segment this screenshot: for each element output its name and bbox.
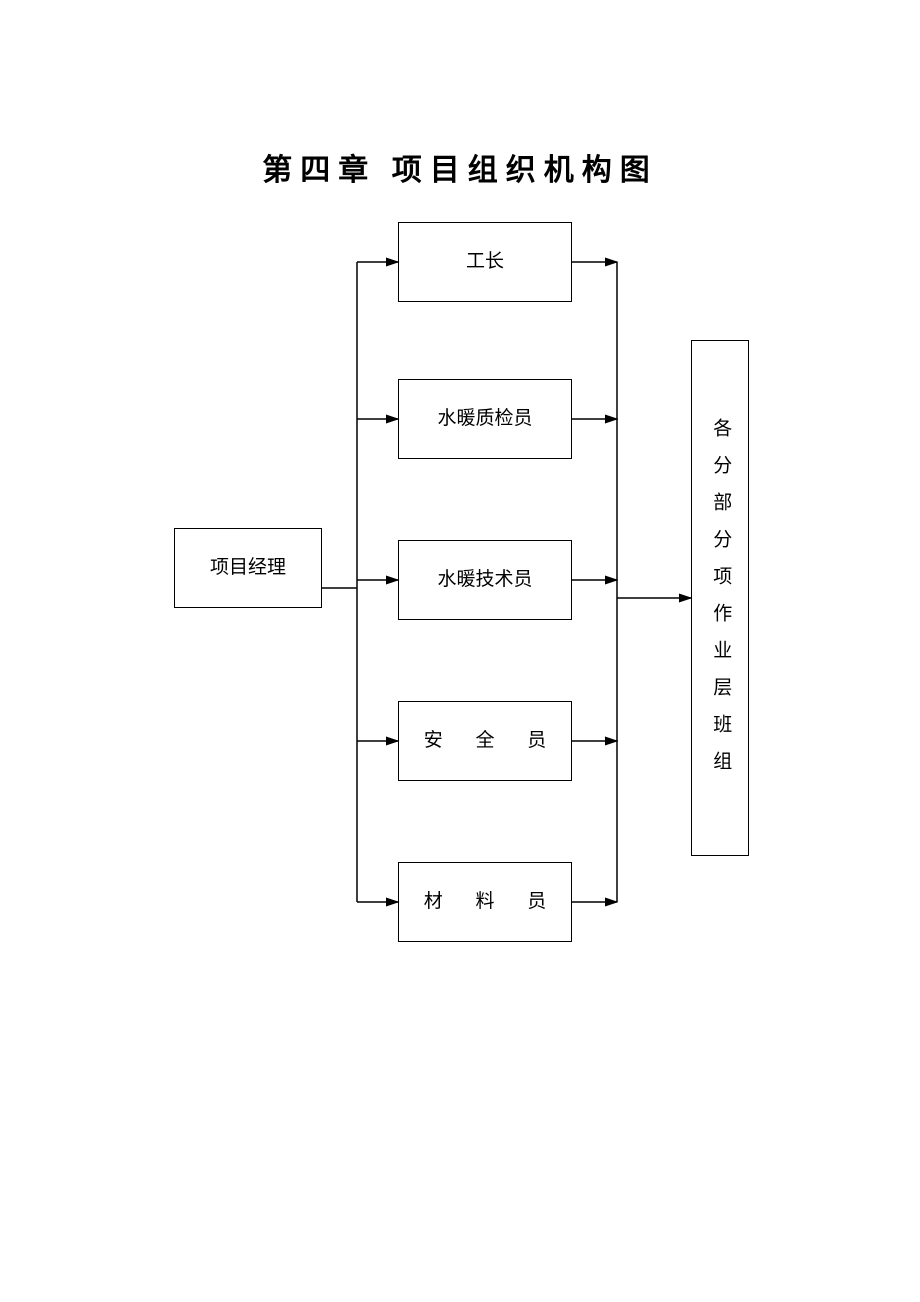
box-plumbing-technician-label: 水暖技术员	[437, 567, 532, 594]
box-plumbing-technician: 水暖技术员	[398, 540, 572, 620]
box-foreman: 工长	[398, 222, 572, 302]
box-project-manager-label: 项目经理	[210, 555, 286, 582]
diagram-title: 第四章 项目组织机构图	[0, 145, 920, 189]
box-work-teams: 各分部分项作业层班组	[691, 340, 749, 856]
box-safety-officer-label: 安 全 员	[410, 728, 561, 755]
box-plumbing-inspector-label: 水暖质检员	[437, 406, 532, 433]
box-material-officer: 材 料 员	[398, 862, 572, 942]
box-work-teams-label: 各分部分项作业层班组	[707, 408, 734, 788]
connector-lines	[0, 0, 920, 1302]
box-project-manager: 项目经理	[174, 528, 322, 608]
box-foreman-label: 工长	[466, 249, 504, 276]
box-plumbing-inspector: 水暖质检员	[398, 379, 572, 459]
box-safety-officer: 安 全 员	[398, 701, 572, 781]
box-material-officer-label: 材 料 员	[410, 889, 561, 916]
